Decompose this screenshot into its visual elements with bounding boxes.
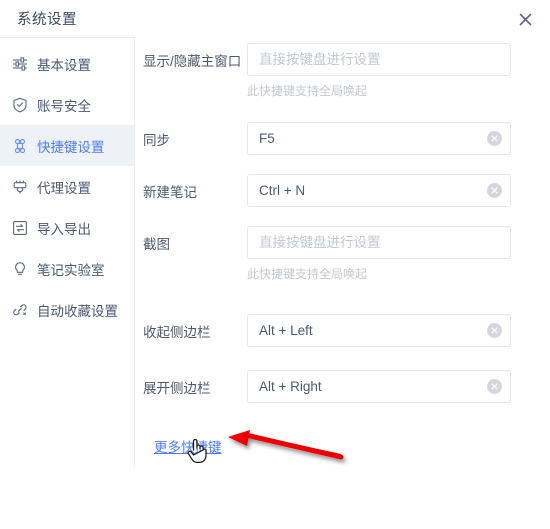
lightbulb-icon (10, 259, 30, 279)
sidebar-item-label: 账号安全 (37, 98, 91, 114)
shortcut-input-new-note[interactable] (247, 174, 511, 207)
row-hint: 此快捷键支持全局唤起 (247, 267, 368, 281)
sidebar-item-auto-collect-settings[interactable]: 自动收藏设置 (0, 289, 134, 330)
clear-icon[interactable] (487, 183, 502, 198)
shortcut-input-sync[interactable] (247, 122, 511, 155)
shortcut-row-show-hide-main-window: 显示/隐藏主窗口 此快捷键支持全局唤起 (135, 43, 511, 99)
row-label: 截图 (143, 237, 170, 252)
sidebar-item-account-security[interactable]: 账号安全 (0, 84, 134, 125)
import-export-icon (10, 218, 30, 238)
shortcut-row-sync: 同步 (135, 122, 511, 155)
shortcut-input-expand-sidebar[interactable] (247, 370, 511, 403)
plug-proxy-icon (10, 177, 30, 197)
shortcut-row-new-note: 新建笔记 (135, 174, 511, 207)
more-shortcuts-link[interactable]: 更多快捷键 (154, 436, 222, 456)
shortcut-input-collapse-sidebar[interactable] (247, 314, 511, 347)
row-label: 展开侧边栏 (143, 381, 211, 396)
clear-icon[interactable] (487, 323, 502, 338)
row-label: 收起侧边栏 (143, 325, 211, 340)
shield-check-icon (10, 95, 30, 115)
row-hint: 此快捷键支持全局唤起 (247, 84, 368, 98)
shortcut-input-screenshot[interactable] (247, 226, 511, 259)
sidebar-item-label: 基本设置 (37, 57, 91, 73)
settings-sidebar: 基本设置 账号安全 快捷键设置 代理设置 导入导出 笔记实验室 自动收藏设置 (0, 37, 135, 467)
shortcut-row-expand-sidebar: 展开侧边栏 (135, 370, 511, 403)
sidebar-item-note-lab[interactable]: 笔记实验室 (0, 248, 134, 289)
settings-window: 系统设置 基本设置 账号安全 快捷键设置 代理设置 导入导出 笔记实验室 自动收… (0, 0, 550, 524)
sidebar-item-label: 笔记实验室 (37, 262, 105, 278)
command-keyboard-icon (10, 136, 30, 156)
window-body: 基本设置 账号安全 快捷键设置 代理设置 导入导出 笔记实验室 自动收藏设置 显… (0, 37, 550, 524)
shortcut-input-show-hide-main-window[interactable] (247, 43, 511, 76)
sidebar-item-label: 快捷键设置 (37, 139, 105, 155)
shortcut-row-collapse-sidebar: 收起侧边栏 (135, 314, 511, 347)
sidebar-item-import-export[interactable]: 导入导出 (0, 207, 134, 248)
title-bar: 系统设置 (0, 0, 550, 37)
page-title: 系统设置 (17, 12, 77, 28)
sliders-icon (10, 54, 30, 74)
row-label: 同步 (143, 133, 170, 148)
shortcut-row-screenshot: 截图 此快捷键支持全局唤起 (135, 226, 511, 282)
sidebar-item-shortcut-settings[interactable]: 快捷键设置 (0, 125, 134, 166)
row-label: 新建笔记 (143, 185, 197, 200)
sidebar-item-label: 代理设置 (37, 180, 91, 196)
shortcut-settings-panel: 显示/隐藏主窗口 此快捷键支持全局唤起 同步 (135, 37, 550, 524)
close-icon[interactable] (514, 8, 536, 30)
sidebar-item-label: 自动收藏设置 (37, 303, 118, 319)
clear-icon[interactable] (487, 131, 502, 146)
row-label: 显示/隐藏主窗口 (143, 54, 242, 69)
clear-icon[interactable] (487, 379, 502, 394)
sidebar-item-basic-settings[interactable]: 基本设置 (0, 43, 134, 84)
sidebar-item-proxy-settings[interactable]: 代理设置 (0, 166, 134, 207)
sidebar-item-label: 导入导出 (37, 221, 91, 237)
link-auto-collect-icon (10, 300, 30, 320)
